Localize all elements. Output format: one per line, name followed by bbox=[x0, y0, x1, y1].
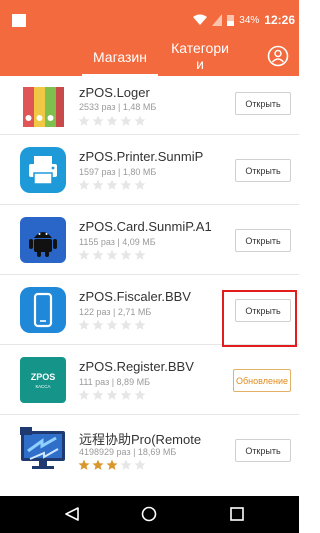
list-item[interactable]: zPOS.Printer.SunmiP 1597 раз | 1,80 МБ О… bbox=[0, 135, 299, 205]
star-icon bbox=[78, 179, 90, 190]
star-icon bbox=[134, 115, 146, 126]
list-item[interactable]: 远程协助Pro(Remote 4198929 раз | 18,69 МБ От… bbox=[0, 415, 299, 485]
star-icon bbox=[92, 249, 104, 260]
app-meta: 1155 раз | 4,09 МБ bbox=[79, 237, 156, 247]
recents-icon[interactable] bbox=[229, 506, 245, 522]
star-icon bbox=[92, 179, 104, 190]
app-name: zPOS.Register.BBV bbox=[79, 359, 194, 374]
back-icon[interactable] bbox=[64, 506, 80, 522]
app-header: Магазин Категори и bbox=[0, 40, 299, 76]
phone-icon bbox=[20, 287, 66, 333]
star-icon bbox=[106, 115, 118, 126]
star-icon bbox=[92, 459, 104, 470]
tab-categories[interactable]: Категори и bbox=[165, 40, 235, 72]
star-icon bbox=[92, 389, 104, 400]
star-icon bbox=[92, 115, 104, 126]
svg-text:ZPOS: ZPOS bbox=[31, 372, 56, 382]
list-item[interactable]: zPOS.Card.SunmiP.A1 1155 раз | 4,09 МБ О… bbox=[0, 205, 299, 275]
printer-icon bbox=[20, 147, 66, 193]
wifi-icon bbox=[193, 14, 208, 25]
star-icon bbox=[106, 179, 118, 190]
android-icon bbox=[20, 217, 66, 263]
battery-icon bbox=[227, 15, 235, 26]
star-icon bbox=[120, 179, 132, 190]
star-icon bbox=[78, 389, 90, 400]
star-icon bbox=[106, 389, 118, 400]
star-icon bbox=[134, 249, 146, 260]
star-icon bbox=[78, 115, 90, 126]
app-name: zPOS.Printer.SunmiP bbox=[79, 149, 204, 164]
open-button[interactable]: Открыть bbox=[235, 229, 291, 252]
star-icon bbox=[92, 319, 104, 330]
remote-assist-icon bbox=[20, 427, 65, 469]
star-icon bbox=[78, 249, 90, 260]
open-button[interactable]: Открыть bbox=[235, 92, 291, 115]
star-icon bbox=[134, 179, 146, 190]
star-icon bbox=[134, 459, 146, 470]
app-meta: 4198929 раз | 18,69 МБ bbox=[79, 447, 177, 457]
star-icon bbox=[120, 389, 132, 400]
app-meta: 122 раз | 2,71 МБ bbox=[79, 307, 152, 317]
app-name: zPOS.Fiscaler.BBV bbox=[79, 289, 191, 304]
rating-stars bbox=[78, 115, 146, 127]
star-icon bbox=[120, 249, 132, 260]
rating-stars bbox=[78, 249, 146, 261]
app-meta: 2533 раз | 1,48 МБ bbox=[79, 102, 157, 112]
binders-icon bbox=[23, 87, 64, 127]
svg-text:КАССА: КАССА bbox=[36, 384, 51, 389]
star-icon bbox=[78, 319, 90, 330]
star-icon bbox=[120, 459, 132, 470]
navigation-bar bbox=[0, 496, 299, 533]
star-icon bbox=[120, 115, 132, 126]
rating-stars bbox=[78, 179, 146, 191]
rating-stars bbox=[78, 459, 146, 471]
rating-stars bbox=[78, 389, 146, 401]
status-icons: 34% 12:26 bbox=[193, 12, 295, 28]
star-icon bbox=[78, 459, 90, 470]
app-meta: 111 раз | 8,89 МБ bbox=[79, 377, 150, 387]
star-icon bbox=[106, 249, 118, 260]
tab-store[interactable]: Магазин bbox=[80, 49, 160, 65]
notification-icon bbox=[12, 14, 26, 27]
rating-stars bbox=[78, 319, 146, 331]
app-name: zPOS.Loger bbox=[79, 85, 150, 100]
app-meta: 1597 раз | 1,80 МБ bbox=[79, 167, 157, 177]
home-icon[interactable] bbox=[141, 506, 157, 522]
no-signal-icon bbox=[212, 14, 223, 26]
star-icon bbox=[134, 389, 146, 400]
list-item[interactable]: zPOS.Loger 2533 раз | 1,48 МБ Открыть bbox=[0, 76, 299, 135]
app-list[interactable]: zPOS.Loger 2533 раз | 1,48 МБ Открыть zP… bbox=[0, 76, 299, 496]
zpos-kassa-icon: ZPOS КАССА bbox=[20, 357, 66, 403]
open-button[interactable]: Открыть bbox=[235, 439, 291, 462]
battery-level: 34% bbox=[239, 14, 260, 26]
profile-icon[interactable] bbox=[267, 45, 289, 67]
app-name: 远程协助Pro(Remote bbox=[79, 432, 202, 447]
clock: 12:26 bbox=[264, 13, 295, 27]
star-icon bbox=[134, 319, 146, 330]
open-button[interactable]: Открыть bbox=[235, 159, 291, 182]
list-item[interactable]: ZPOS КАССА zPOS.Register.BBV 111 раз | 8… bbox=[0, 345, 299, 415]
highlight-box bbox=[222, 290, 297, 347]
update-button[interactable]: Обновление bbox=[233, 369, 291, 392]
star-icon bbox=[106, 319, 118, 330]
app-name: zPOS.Card.SunmiP.A1 bbox=[79, 219, 212, 234]
status-bar: 34% 12:26 bbox=[0, 0, 299, 40]
star-icon bbox=[120, 319, 132, 330]
star-icon bbox=[106, 459, 118, 470]
